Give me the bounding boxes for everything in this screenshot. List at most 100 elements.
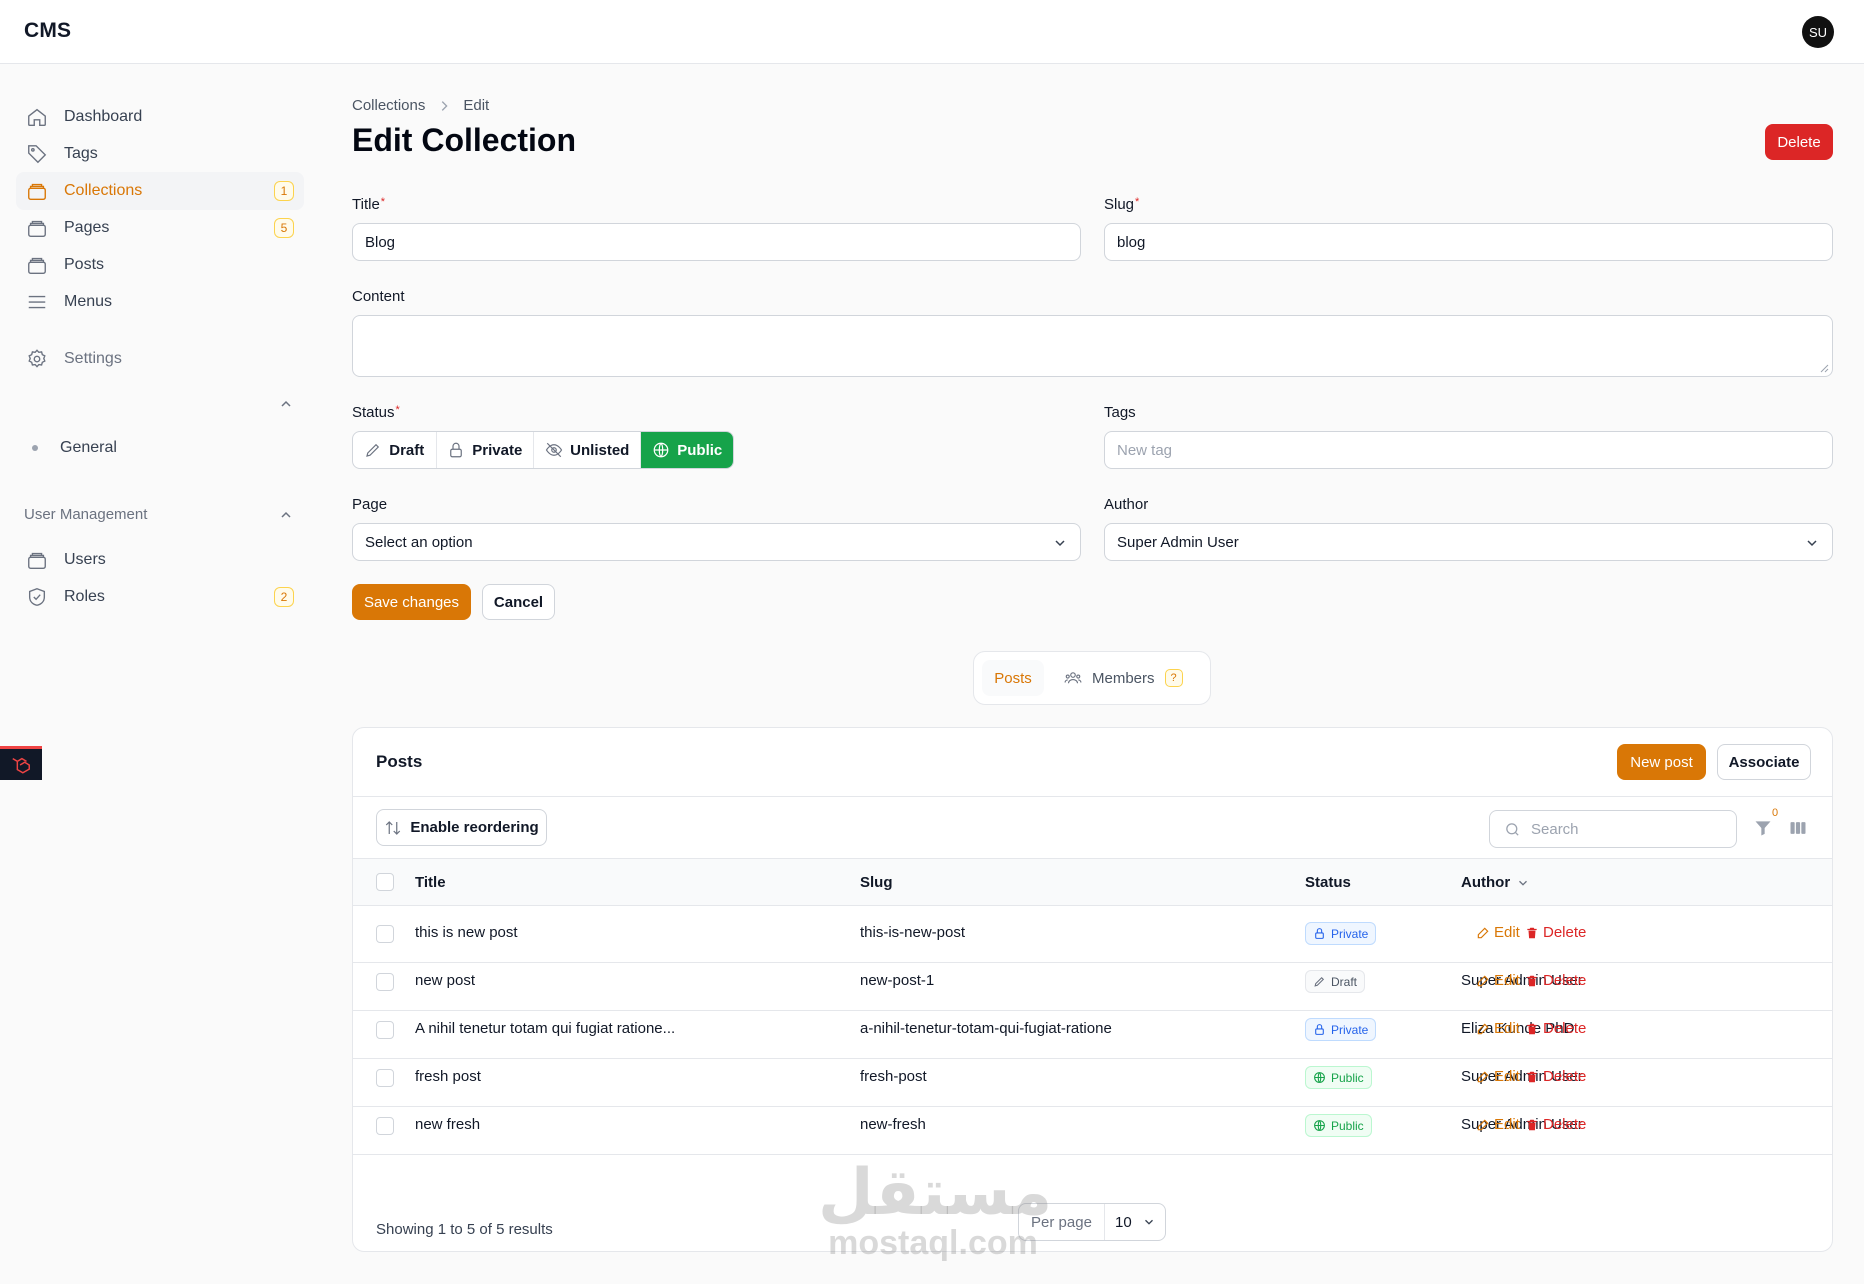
row-checkbox[interactable] [376,1117,394,1135]
status-option-private[interactable]: Private [437,432,535,468]
page-label: Page [352,496,388,513]
action-label: Edit [1494,1116,1520,1133]
tab-posts[interactable]: Posts [982,660,1044,696]
chevron-up-icon[interactable] [278,507,294,523]
row-checkbox[interactable] [376,1021,394,1039]
columns-icon[interactable] [1788,818,1808,838]
chevron-right-icon [442,100,448,111]
column-header-title[interactable]: Title [415,874,446,891]
status-option-draft[interactable]: Draft [353,432,437,468]
status-badge: Private [1305,922,1377,945]
sidebar-item-general[interactable]: General [26,439,117,457]
sidebar-item-label: Collections [64,182,143,199]
row-delete-action[interactable]: Delete [1525,1116,1586,1133]
content-textarea[interactable] [352,315,1833,377]
row-delete-action[interactable]: Delete [1525,1068,1586,1085]
title-label-text: Title [352,196,380,213]
sidebar-group-settings[interactable]: Settings [16,340,304,378]
cancel-button[interactable]: Cancel [482,584,555,620]
status-option-public[interactable]: Public [641,432,733,468]
row-delete-action[interactable]: Delete [1525,924,1586,941]
sidebar-item-pages[interactable]: Pages 5 [16,209,304,247]
collection-icon [26,180,48,202]
action-label: Delete [1543,1116,1587,1133]
new-post-button[interactable]: New post [1617,744,1706,780]
slug-label-text: Slug [1104,196,1135,213]
chevron-up-icon[interactable] [278,396,294,412]
count-badge: 2 [274,587,294,607]
row-edit-action[interactable]: Edit [1476,1020,1520,1037]
chevron-down-icon [1144,1219,1153,1225]
posts-table-card: Posts New post Associate Enable reorderi… [352,727,1833,1252]
action-label: Delete [1543,1068,1587,1085]
sidebar-item-dashboard[interactable]: Dashboard [16,98,304,136]
row-checkbox[interactable] [376,973,394,991]
enable-reordering-button[interactable]: Enable reordering [376,809,547,846]
brand-logo[interactable]: CMS [24,19,71,43]
select-all-checkbox[interactable] [376,873,394,891]
title-label: Title* [352,196,386,213]
globe-icon [1314,1120,1325,1131]
breadcrumb-item-collections[interactable]: Collections [352,97,425,114]
row-edit-action[interactable]: Edit [1476,924,1520,941]
sidebar-item-collections[interactable]: Collections 1 [16,172,304,210]
row-edit-action[interactable]: Edit [1476,972,1520,989]
status-badge: Private [1305,1018,1377,1041]
author-select[interactable]: Super Admin User [1104,523,1833,561]
tags-input[interactable]: New tag [1104,431,1833,469]
laravel-logo-icon[interactable] [0,746,42,780]
sidebar-item-label: Users [64,551,106,568]
row-delete-action[interactable]: Delete [1525,1020,1586,1037]
status-label: Status* [352,404,400,421]
slug-input[interactable]: blog [1104,223,1833,261]
trash-icon [1527,1119,1537,1130]
tags-label: Tags [1104,404,1136,421]
lock-icon [1315,1024,1324,1035]
sidebar-item-posts[interactable]: Posts [16,246,304,284]
title-input[interactable]: Blog [352,223,1081,261]
cell-title: A nihil tenetur totam qui fugiat ratione… [415,1020,676,1037]
users-group-icon [1064,672,1082,684]
page-select[interactable]: Select an option [352,523,1081,561]
table-row: new fresh new-fresh Public Super Admin U… [353,1098,1832,1155]
row-edit-action[interactable]: Edit [1476,1116,1520,1133]
status-option-unlisted[interactable]: Unlisted [534,432,642,468]
resize-handle-icon[interactable] [1819,363,1829,373]
status-option-label: Draft [389,441,425,459]
cell-title: this is new post [415,924,518,941]
row-checkbox[interactable] [376,925,394,943]
sidebar-item-tags[interactable]: Tags [16,135,304,173]
trash-icon [1527,975,1537,986]
sidebar-item-menus[interactable]: Menus [16,283,304,321]
row-delete-action[interactable]: Delete [1525,972,1586,989]
page-title: Edit Collection [352,122,576,158]
search-input[interactable]: Search [1489,810,1737,848]
status-segmented-control: Draft Private Unlisted Public [352,431,734,469]
chevron-down-icon [1519,880,1528,886]
save-changes-button[interactable]: Save changes [352,584,471,620]
associate-button[interactable]: Associate [1717,744,1811,780]
sidebar-item-roles[interactable]: Roles 2 [16,578,304,616]
filter-count-badge: 0 [1772,807,1779,819]
column-header-author[interactable]: Author [1461,874,1530,891]
column-header-status[interactable]: Status [1305,874,1351,891]
delete-button[interactable]: Delete [1765,124,1833,160]
sidebar-group-user-management[interactable]: User Management [24,506,147,523]
collection-icon [26,549,48,571]
action-label: Delete [1543,1020,1587,1037]
row-edit-action[interactable]: Edit [1476,1068,1520,1085]
count-badge: 1 [274,181,294,201]
tab-label: Members [1092,669,1155,687]
tab-members[interactable]: Members ? [1064,660,1183,696]
sidebar-item-users[interactable]: Users [16,541,304,579]
filter-icon[interactable] [1753,818,1773,838]
user-avatar[interactable]: SU [1802,16,1834,48]
trash-icon [1527,1023,1537,1034]
per-page-value[interactable]: 10 [1105,1204,1165,1240]
content-label: Content [352,288,405,305]
posts-table-title: Posts [376,752,423,771]
pencil-square-icon [1477,1071,1489,1082]
column-header-slug[interactable]: Slug [860,874,893,891]
shield-check-icon [26,586,48,608]
row-checkbox[interactable] [376,1069,394,1087]
